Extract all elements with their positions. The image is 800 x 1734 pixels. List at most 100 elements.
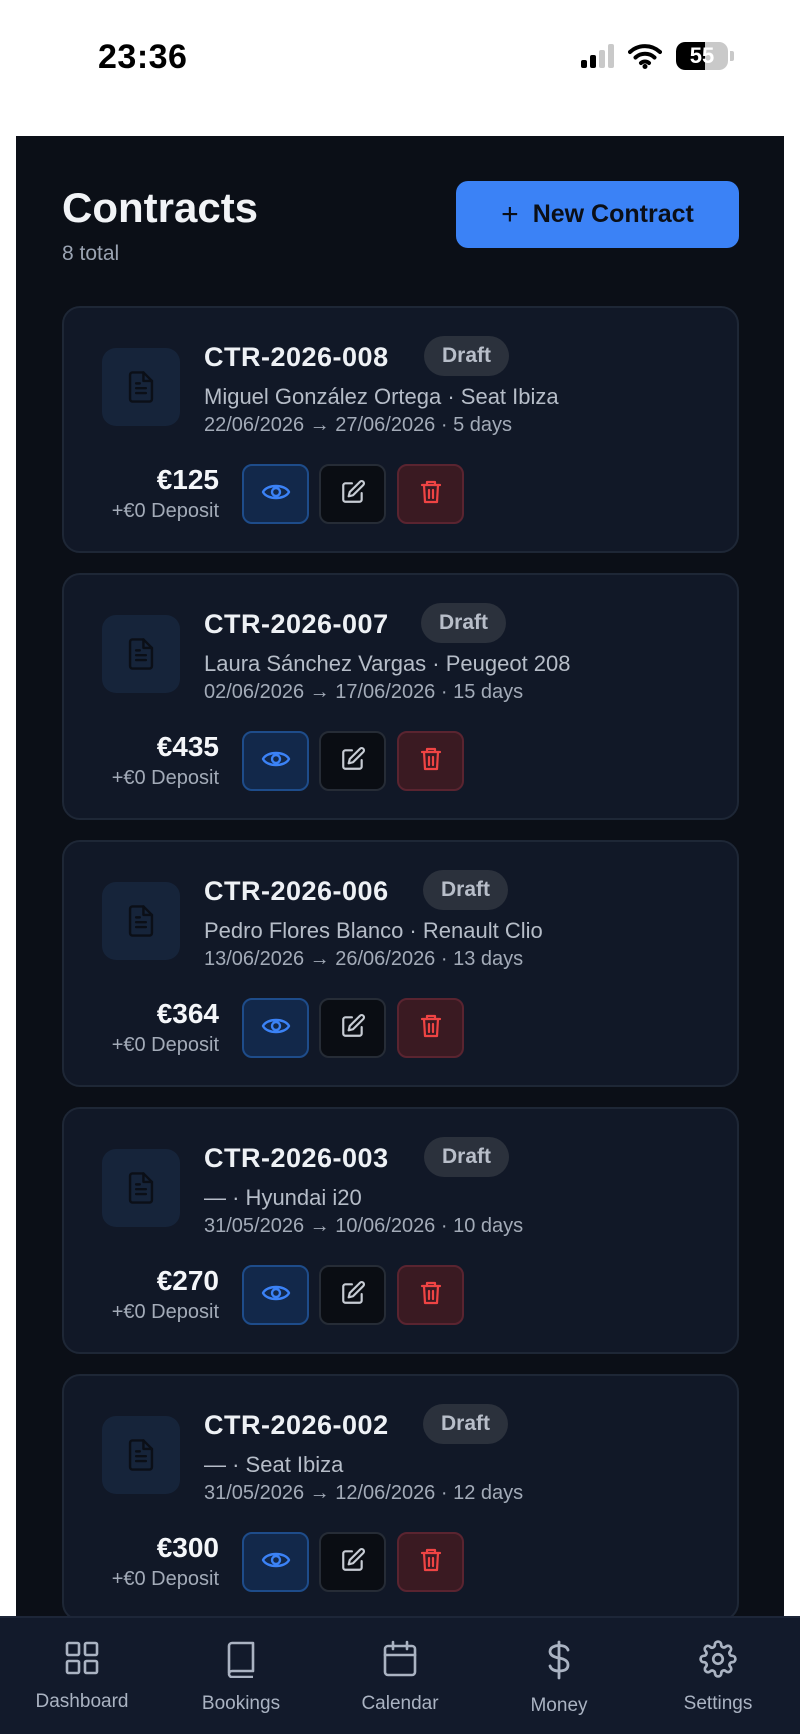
- contract-id: CTR-2026-003: [204, 1143, 389, 1173]
- nav-item-dashboard[interactable]: Dashboard: [14, 1618, 150, 1734]
- gear-icon: [699, 1640, 737, 1683]
- view-button[interactable]: [242, 998, 309, 1058]
- price-block: €435 +€0 Deposit: [79, 731, 219, 790]
- nav-item-bookings[interactable]: Bookings: [173, 1618, 309, 1734]
- delete-button[interactable]: [397, 1532, 464, 1592]
- view-button[interactable]: [242, 731, 309, 791]
- contract-dates: 31/05/2026 → 12/06/2026 · 12 days: [204, 1482, 524, 1504]
- contract-card[interactable]: CTR-2026-006 Draft Pedro Flores Blanco ·…: [62, 840, 739, 1087]
- nav-item-money[interactable]: Money: [491, 1618, 627, 1734]
- contract-id: CTR-2026-002: [204, 1410, 389, 1440]
- document-icon: [102, 348, 180, 426]
- contract-dates: 02/06/2026 → 17/06/2026 · 15 days: [204, 681, 524, 703]
- contract-price: €435: [156, 731, 219, 762]
- nav-label: Calendar: [361, 1693, 439, 1714]
- contract-deposit: +€0 Deposit: [111, 1568, 219, 1590]
- dollar-icon: [545, 1640, 573, 1685]
- edit-button[interactable]: [319, 1532, 386, 1592]
- status-badge: Draft: [424, 336, 510, 376]
- delete-button[interactable]: [397, 731, 464, 791]
- document-icon: [102, 1416, 180, 1494]
- delete-button[interactable]: [397, 464, 464, 524]
- calendar-icon: [382, 1640, 418, 1683]
- contract-price: €270: [156, 1265, 219, 1296]
- status-bar: 23:36 55: [0, 0, 800, 136]
- contract-card[interactable]: CTR-2026-003 Draft — · Hyundai i20 31/05…: [62, 1107, 739, 1354]
- contract-customer-vehicle: Miguel González Ortega · Seat Ibiza: [204, 384, 559, 409]
- contract-id: CTR-2026-007: [204, 609, 389, 639]
- app-content: Contracts 8 total + New Contract CTR-202…: [16, 136, 784, 1616]
- view-button[interactable]: [242, 464, 309, 524]
- nav-item-calendar[interactable]: Calendar: [332, 1618, 468, 1734]
- edit-icon: [340, 479, 366, 510]
- eye-icon: [261, 1281, 291, 1310]
- contract-card[interactable]: CTR-2026-002 Draft — · Seat Ibiza 31/05/…: [62, 1374, 739, 1616]
- contract-dates: 13/06/2026 → 26/06/2026 · 13 days: [204, 948, 524, 970]
- edit-button[interactable]: [319, 1265, 386, 1325]
- contract-deposit: +€0 Deposit: [111, 1301, 219, 1323]
- price-block: €270 +€0 Deposit: [79, 1265, 219, 1324]
- status-time: 23:36: [98, 38, 188, 76]
- price-block: €364 +€0 Deposit: [79, 998, 219, 1057]
- trash-icon: [419, 479, 443, 510]
- contract-customer-vehicle: — · Hyundai i20: [204, 1185, 362, 1210]
- new-contract-button[interactable]: + New Contract: [456, 181, 739, 248]
- contracts-count: 8 total: [62, 242, 120, 265]
- price-block: €300 +€0 Deposit: [79, 1532, 219, 1591]
- page-title: Contracts: [62, 184, 259, 231]
- status-icons: 55: [581, 42, 734, 70]
- nav-label: Dashboard: [35, 1691, 129, 1712]
- contract-id: CTR-2026-006: [204, 876, 389, 906]
- edit-icon: [340, 1280, 366, 1311]
- nav-item-settings[interactable]: Settings: [650, 1618, 786, 1734]
- contract-card[interactable]: CTR-2026-007 Draft Laura Sánchez Vargas …: [62, 573, 739, 820]
- status-badge: Draft: [423, 870, 509, 910]
- contract-id: CTR-2026-008: [204, 342, 389, 372]
- wifi-icon: [628, 44, 662, 69]
- eye-icon: [261, 480, 291, 509]
- view-button[interactable]: [242, 1532, 309, 1592]
- contract-customer-vehicle: Pedro Flores Blanco · Renault Clio: [204, 918, 543, 943]
- contract-customer-vehicle: — · Seat Ibiza: [204, 1452, 344, 1477]
- nav-label: Bookings: [201, 1693, 281, 1714]
- contract-customer-vehicle: Laura Sánchez Vargas · Peugeot 208: [204, 651, 571, 676]
- eye-icon: [261, 1014, 291, 1043]
- trash-icon: [419, 1013, 443, 1044]
- plus-icon: +: [501, 197, 519, 231]
- status-badge: Draft: [424, 1137, 510, 1177]
- contract-deposit: +€0 Deposit: [111, 1034, 219, 1056]
- edit-icon: [340, 1013, 366, 1044]
- edit-button[interactable]: [319, 464, 386, 524]
- trash-icon: [419, 746, 443, 777]
- new-contract-label: New Contract: [532, 200, 694, 228]
- price-block: €125 +€0 Deposit: [79, 464, 219, 523]
- cellular-signal-icon: [581, 44, 614, 68]
- battery-tip: [730, 51, 734, 61]
- contract-card[interactable]: CTR-2026-008 Draft Miguel González Orteg…: [62, 306, 739, 553]
- edit-icon: [340, 1547, 366, 1578]
- battery-icon: 55: [676, 42, 728, 70]
- view-button[interactable]: [242, 1265, 309, 1325]
- delete-button[interactable]: [397, 1265, 464, 1325]
- nav-label: Money: [530, 1695, 588, 1716]
- contract-deposit: +€0 Deposit: [111, 500, 219, 522]
- document-icon: [102, 882, 180, 960]
- document-icon: [102, 1149, 180, 1227]
- battery-percent: 55: [689, 43, 715, 68]
- edit-button[interactable]: [319, 731, 386, 791]
- contract-price: €364: [156, 998, 219, 1029]
- trash-icon: [419, 1547, 443, 1578]
- book-icon: [224, 1640, 258, 1683]
- eye-icon: [261, 1548, 291, 1577]
- edit-icon: [340, 746, 366, 777]
- document-icon: [102, 615, 180, 693]
- contracts-list: CTR-2026-008 Draft Miguel González Orteg…: [62, 306, 739, 1616]
- contract-price: €300: [156, 1532, 219, 1563]
- bottom-navigation: Dashboard Bookings Calendar Money Settin…: [0, 1616, 800, 1734]
- eye-icon: [261, 747, 291, 776]
- edit-button[interactable]: [319, 998, 386, 1058]
- contract-dates: 22/06/2026 → 27/06/2026 · 5 days: [204, 414, 513, 436]
- contract-dates: 31/05/2026 → 10/06/2026 · 10 days: [204, 1215, 524, 1237]
- delete-button[interactable]: [397, 998, 464, 1058]
- trash-icon: [419, 1280, 443, 1311]
